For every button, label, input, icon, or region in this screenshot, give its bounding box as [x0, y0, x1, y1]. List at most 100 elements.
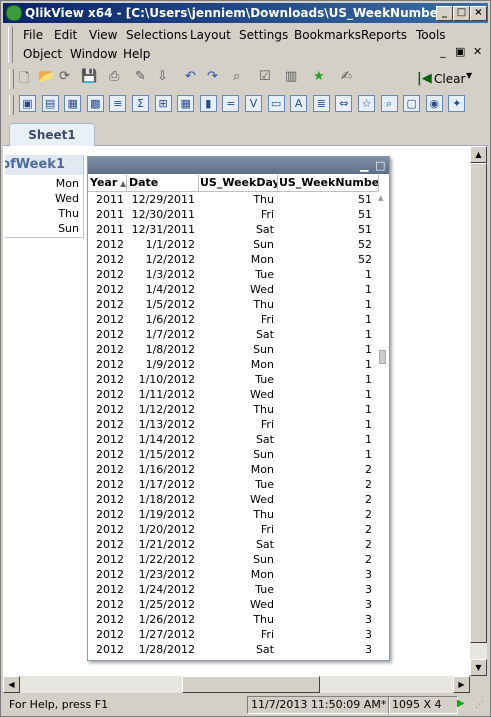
mdi-restore-icon[interactable]: ▣	[455, 45, 465, 58]
table-cell[interactable]: 2012	[88, 402, 127, 417]
menu-object[interactable]: Object	[23, 47, 62, 61]
table-cell[interactable]: Sat	[198, 642, 277, 657]
reload-data-icon[interactable]: ⇩	[157, 69, 175, 87]
table-box-icon[interactable]: ▦	[177, 95, 195, 112]
table-cell[interactable]: 1	[277, 447, 375, 462]
search-icon[interactable]: ⌕	[233, 69, 251, 87]
horizontal-scrollbar[interactable]: ◀ ▶	[3, 676, 470, 693]
table-cell[interactable]: 1/23/2012	[127, 567, 198, 582]
text-object-icon[interactable]: A	[290, 95, 308, 112]
maximize-icon[interactable]: □	[375, 159, 385, 172]
table-row[interactable]: 2012 1/10/2012 Tue 1	[88, 372, 375, 387]
scroll-down-button[interactable]: ▼	[470, 659, 487, 676]
current-selections-icon[interactable]: V	[245, 95, 262, 112]
table-cell[interactable]: Sun	[198, 447, 277, 462]
table-cell[interactable]: 3	[277, 612, 375, 627]
table-cell[interactable]: 2012	[88, 282, 127, 297]
table-cell[interactable]: Mon	[198, 462, 277, 477]
table-cell[interactable]: 2	[277, 537, 375, 552]
minimize-button[interactable]: _	[436, 6, 453, 21]
table-cell[interactable]: Mon	[198, 357, 277, 372]
table-cell[interactable]: 12/31/2011	[127, 222, 198, 237]
line-arrow-icon[interactable]: ≣	[312, 95, 330, 112]
table-cell[interactable]: 2012	[88, 252, 127, 267]
scroll-thumb[interactable]	[379, 350, 386, 364]
table-scrollbar[interactable]: ▲	[376, 192, 388, 660]
table-cell[interactable]: 12/29/2011	[127, 192, 198, 207]
table-row[interactable]: 2012 1/21/2012 Sat 2	[88, 537, 375, 552]
menu-tools[interactable]: Tools	[416, 28, 446, 42]
menu-view[interactable]: View	[89, 28, 117, 42]
table-cell[interactable]: 1	[277, 267, 375, 282]
minimize-icon[interactable]: ▁	[360, 159, 368, 172]
table-cell[interactable]: 1/28/2012	[127, 642, 198, 657]
table-cell[interactable]: 1	[277, 372, 375, 387]
table-cell[interactable]: 52	[277, 252, 375, 267]
table-cell[interactable]: Mon	[198, 252, 277, 267]
table-row[interactable]: 2012 1/25/2012 Wed 3	[88, 597, 375, 612]
table-cell[interactable]: 2012	[88, 342, 127, 357]
table-cell[interactable]: 1/13/2012	[127, 417, 198, 432]
table-cell[interactable]: Tue	[198, 582, 277, 597]
select-icon[interactable]: ☑	[259, 69, 277, 87]
table-cell[interactable]: Tue	[198, 477, 277, 492]
tab-sheet1[interactable]: Sheet1	[9, 123, 95, 146]
table-cell[interactable]: Thu	[198, 402, 277, 417]
table-cell[interactable]: 1/8/2012	[127, 342, 198, 357]
table-row[interactable]: 2012 1/8/2012 Sun 1	[88, 342, 375, 357]
table-row[interactable]: 2012 1/20/2012 Fri 2	[88, 522, 375, 537]
inbox-icon[interactable]: ▤	[41, 95, 59, 112]
mdi-minimize-icon[interactable]: _	[440, 45, 446, 58]
table-row[interactable]: 2012 1/4/2012 Wed 1	[88, 282, 375, 297]
table-cell[interactable]: 2011	[88, 207, 127, 222]
table-cell[interactable]: Sat	[198, 327, 277, 342]
table-cell[interactable]: Fri	[198, 417, 277, 432]
table-cell[interactable]: 2012	[88, 552, 127, 567]
table-cell[interactable]: Thu	[198, 192, 277, 207]
table-cell[interactable]: 2012	[88, 267, 127, 282]
toolbar-grip[interactable]	[9, 69, 14, 89]
table-cell[interactable]: 3	[277, 642, 375, 657]
table-cell[interactable]: 2012	[88, 477, 127, 492]
table-row[interactable]: 2012 1/17/2012 Tue 2	[88, 477, 375, 492]
menu-file[interactable]: File	[23, 28, 43, 42]
scroll-right-button[interactable]: ▶	[453, 676, 470, 693]
table-cell[interactable]: 2012	[88, 582, 127, 597]
table-cell[interactable]: 2012	[88, 522, 127, 537]
table-cell[interactable]: 2012	[88, 357, 127, 372]
table-cell[interactable]: 1	[277, 297, 375, 312]
table-cell[interactable]: Fri	[198, 522, 277, 537]
table-cell[interactable]: 2012	[88, 237, 127, 252]
outbox-icon[interactable]: ▦	[64, 95, 82, 112]
table-cell[interactable]: 2012	[88, 597, 127, 612]
table-cell[interactable]: 51	[277, 207, 375, 222]
menu-bookmarks[interactable]: Bookmarks	[294, 28, 361, 42]
table-cell[interactable]: 3	[277, 597, 375, 612]
custom-object-icon[interactable]: ◉	[425, 95, 443, 112]
list-item[interactable]: Wed	[55, 192, 79, 205]
menu-selections[interactable]: Selections	[126, 28, 188, 42]
table-row[interactable]: 2012 1/22/2012 Sun 2	[88, 552, 375, 567]
chart-icon[interactable]: ▥	[285, 69, 303, 87]
listbox-weekday[interactable]: ofWeek1 Mon Wed Thu Sun	[5, 155, 84, 238]
table-cell[interactable]: 1/5/2012	[127, 297, 198, 312]
table-row[interactable]: 2011 12/31/2011 Sat 51	[88, 222, 375, 237]
table-cell[interactable]: 1	[277, 357, 375, 372]
print-icon[interactable]: ⎙	[109, 69, 127, 87]
table-cell[interactable]: 2	[277, 507, 375, 522]
button-icon[interactable]: ▭	[267, 95, 285, 112]
vertical-scrollbar[interactable]: ▲ ▼	[470, 146, 487, 676]
table-cell[interactable]: Thu	[198, 507, 277, 522]
scroll-left-button[interactable]: ◀	[3, 676, 20, 693]
table-cell[interactable]: 1/1/2012	[127, 237, 198, 252]
table-cell[interactable]: 1	[277, 342, 375, 357]
table-cell[interactable]: 2012	[88, 642, 127, 657]
table-cell[interactable]: 1/11/2012	[127, 387, 198, 402]
table-cell[interactable]: 1	[277, 327, 375, 342]
table-cell[interactable]: 1/14/2012	[127, 432, 198, 447]
folder-icon[interactable]: ▩	[86, 95, 104, 112]
table-row[interactable]: 2012 1/26/2012 Thu 3	[88, 612, 375, 627]
table-cell[interactable]: 1	[277, 282, 375, 297]
table-row[interactable]: 2012 1/16/2012 Mon 2	[88, 462, 375, 477]
menu-layout[interactable]: Layout	[190, 28, 231, 42]
